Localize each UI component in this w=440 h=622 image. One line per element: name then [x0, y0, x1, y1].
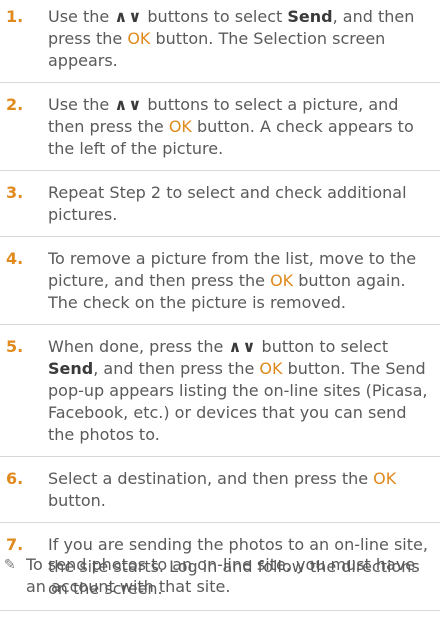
up-down-arrows-icon: ∧∨ — [114, 95, 143, 114]
step-2: 2. Use the ∧∨ buttons to select a pictur… — [0, 94, 440, 171]
ok-keyword: OK — [168, 117, 192, 136]
step-text: Use the — [48, 95, 115, 114]
ok-keyword: OK — [270, 271, 294, 290]
note-text: To send photos to an on-line site, you m… — [26, 555, 416, 596]
step-text: When done, press the — [48, 337, 229, 356]
step-text: Use the — [48, 7, 115, 26]
step-number: 3. — [6, 183, 24, 202]
step-3: 3. Repeat Step 2 to select and check add… — [0, 182, 440, 237]
ok-keyword: OK — [127, 29, 151, 48]
step-number: 4. — [6, 249, 24, 268]
step-number: 2. — [6, 95, 24, 114]
up-down-arrows-icon: ∧∨ — [228, 337, 257, 356]
manual-page: 1. Use the ∧∨ buttons to select Send, an… — [0, 0, 440, 611]
step-4: 4. To remove a picture from the list, mo… — [0, 248, 440, 325]
step-text: Select a destination, and then press the — [48, 469, 374, 488]
send-keyword: Send — [48, 359, 94, 378]
up-down-arrows-icon: ∧∨ — [114, 7, 143, 26]
step-text: buttons to select — [142, 7, 288, 26]
ok-keyword: OK — [373, 469, 397, 488]
step-5: 5. When done, press the ∧∨ button to sel… — [0, 336, 440, 457]
step-number: 5. — [6, 337, 24, 356]
ok-keyword: OK — [259, 359, 283, 378]
step-text: , and then press the — [93, 359, 260, 378]
step-text: button to select — [256, 337, 389, 356]
pencil-note-icon: ✎ — [4, 557, 16, 573]
step-text: button. — [48, 491, 106, 510]
note: ✎ To send photos to an on-line site, you… — [0, 554, 440, 598]
step-number: 6. — [6, 469, 24, 488]
step-number: 7. — [6, 535, 24, 554]
step-number: 1. — [6, 7, 24, 26]
step-1: 1. Use the ∧∨ buttons to select Send, an… — [0, 6, 440, 83]
step-text: Repeat Step 2 to select and check additi… — [48, 183, 407, 224]
step-6: 6. Select a destination, and then press … — [0, 468, 440, 523]
send-keyword: Send — [287, 7, 333, 26]
instruction-steps: 1. Use the ∧∨ buttons to select Send, an… — [0, 6, 440, 622]
